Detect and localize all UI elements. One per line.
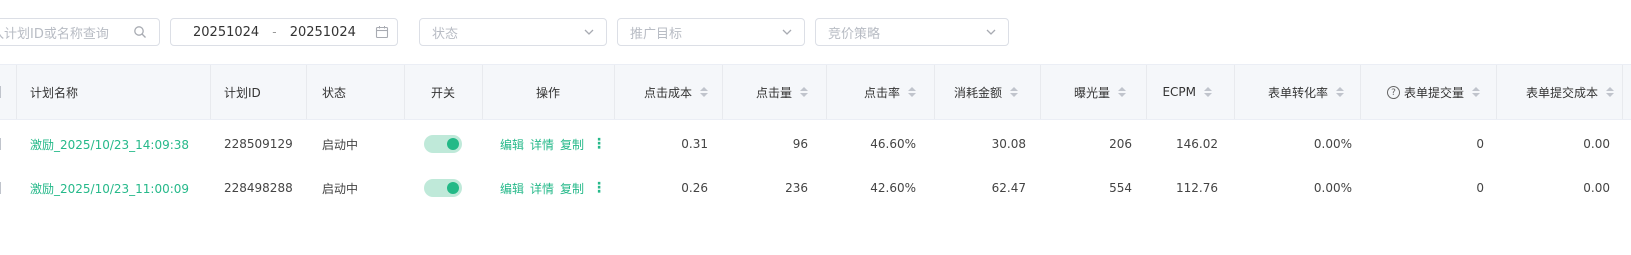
col-form-cvr[interactable]: 表单转化率 [1234, 65, 1344, 119]
sort-icon[interactable] [800, 87, 808, 97]
table-row: 激励_2025/10/23_14:09:38 228509129 启动中 编辑 … [0, 122, 1631, 166]
col-cpc[interactable]: 点击成本 [614, 65, 708, 119]
date-start[interactable]: 20251024 [193, 25, 259, 40]
detail-link[interactable]: 详情 [530, 136, 554, 153]
cell-cpc: 0.26 [681, 181, 708, 195]
promotion-target-placeholder: 推广目标 [630, 26, 683, 42]
col-ops: 操作 [535, 85, 560, 100]
search-input[interactable]: 入计划ID或名称查询 [0, 18, 160, 46]
plan-name-link[interactable]: 激励_2025/10/23_14:09:38 [30, 122, 189, 166]
col-form-submits[interactable]: ? 表单提交量 [1360, 65, 1480, 119]
cell-form-cvr: 0.00% [1313, 137, 1352, 151]
status-toggle[interactable] [424, 166, 462, 210]
row-checkbox[interactable] [0, 182, 4, 194]
sort-icon[interactable] [908, 87, 916, 97]
table-row: 激励_2025/10/23_11:00:09 228498288 启动中 编辑 … [0, 166, 1631, 210]
plan-id: 228509129 [224, 137, 293, 151]
status-select[interactable]: 状态 [419, 18, 607, 46]
row-actions: 编辑 详情 复制 ⋮ [500, 166, 606, 210]
plan-name-link[interactable]: 激励_2025/10/23_11:00:09 [30, 166, 189, 210]
cell-form-cost: 0.00 [1583, 137, 1610, 151]
col-id: 计划ID [224, 85, 261, 100]
date-range-picker[interactable]: 20251024 - 20251024 [170, 18, 398, 46]
more-icon[interactable]: ⋮ [592, 180, 606, 196]
promotion-target-select[interactable]: 推广目标 [617, 18, 805, 46]
sort-icon[interactable] [1472, 87, 1480, 97]
col-name: 计划名称 [30, 85, 79, 100]
search-placeholder: 入计划ID或名称查询 [0, 26, 109, 42]
cell-form-cost: 0.00 [1583, 181, 1610, 195]
sort-icon[interactable] [700, 87, 708, 97]
sort-icon[interactable] [1204, 87, 1212, 97]
row-checkbox[interactable] [0, 138, 4, 150]
cell-clicks: 96 [792, 137, 808, 151]
chevron-down-icon [986, 29, 996, 35]
col-status: 状态 [322, 85, 347, 100]
select-all-checkbox[interactable] [0, 86, 4, 98]
sort-icon[interactable] [1010, 87, 1018, 97]
cell-cost: 62.47 [991, 181, 1026, 195]
row-actions: 编辑 详情 复制 ⋮ [500, 122, 606, 166]
col-ecpm[interactable]: ECPM [1146, 65, 1212, 119]
bid-strategy-select[interactable]: 竞价策略 [815, 18, 1009, 46]
cell-clicks: 236 [785, 181, 808, 195]
col-ctr[interactable]: 点击率 [826, 65, 916, 119]
cell-form-submits: 0 [1476, 181, 1484, 195]
col-form-cost[interactable]: 表单提交成本 [1496, 65, 1614, 119]
chevron-down-icon [782, 29, 792, 35]
calendar-icon[interactable] [375, 25, 389, 39]
edit-link[interactable]: 编辑 [500, 136, 524, 153]
cell-cpc: 0.31 [681, 137, 708, 151]
sort-icon[interactable] [1336, 87, 1344, 97]
edit-link[interactable]: 编辑 [500, 180, 524, 197]
filter-bar: 入计划ID或名称查询 20251024 - 20251024 状态 推广目标 竞… [0, 18, 1631, 48]
copy-link[interactable]: 复制 [560, 180, 584, 197]
col-cost[interactable]: 消耗金额 [934, 65, 1018, 119]
status-text: 启动中 [322, 137, 359, 152]
chevron-down-icon [584, 29, 594, 35]
col-switch: 开关 [430, 85, 455, 100]
table-header: 计划名称 计划ID 状态 开关 操作 点击成本 点击量 点击率 消耗金额 曝光量… [0, 64, 1631, 120]
search-icon[interactable] [133, 25, 147, 39]
col-impressions[interactable]: 曝光量 [1040, 65, 1126, 119]
status-text: 启动中 [322, 181, 359, 196]
plan-id: 228498288 [224, 181, 293, 195]
status-select-placeholder: 状态 [432, 26, 459, 42]
cell-ecpm: 112.76 [1176, 181, 1218, 195]
cell-impressions: 206 [1109, 137, 1132, 151]
sort-icon[interactable] [1118, 87, 1126, 97]
detail-link[interactable]: 详情 [530, 180, 554, 197]
cell-form-cvr: 0.00% [1313, 181, 1352, 195]
cell-form-submits: 0 [1476, 137, 1484, 151]
sort-icon[interactable] [1606, 87, 1614, 97]
cell-impressions: 554 [1109, 181, 1132, 195]
col-clicks[interactable]: 点击量 [722, 65, 808, 119]
more-icon[interactable]: ⋮ [592, 136, 606, 152]
cell-ctr: 46.60% [870, 137, 916, 151]
cell-cost: 30.08 [991, 137, 1026, 151]
date-separator: - [272, 25, 277, 39]
date-end[interactable]: 20251024 [290, 25, 356, 40]
bid-strategy-placeholder: 竞价策略 [828, 26, 881, 42]
copy-link[interactable]: 复制 [560, 136, 584, 153]
cell-ecpm: 146.02 [1176, 137, 1218, 151]
help-icon[interactable]: ? [1386, 85, 1400, 99]
cell-ctr: 42.60% [870, 181, 916, 195]
status-toggle[interactable] [424, 122, 462, 166]
